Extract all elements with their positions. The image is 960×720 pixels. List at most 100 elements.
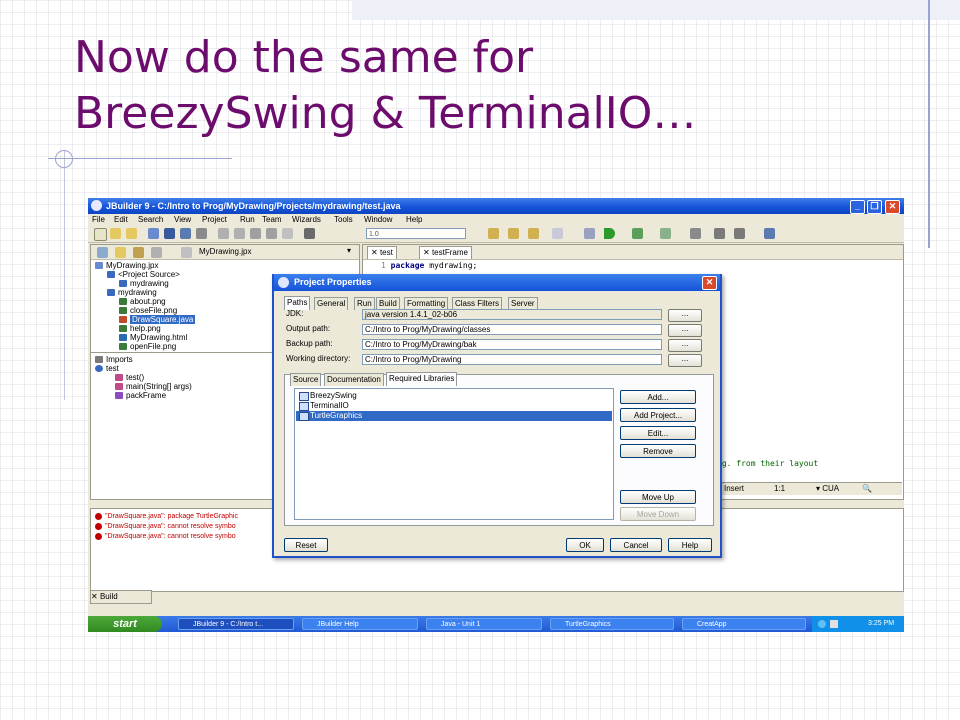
tree-item[interactable]: MyDrawing.html xyxy=(119,333,187,342)
menu-tools[interactable]: Tools xyxy=(334,214,353,226)
project-selector[interactable]: MyDrawing.jpx xyxy=(199,247,251,256)
save-all-icon[interactable] xyxy=(164,228,175,239)
tab-documentation[interactable]: Documentation xyxy=(324,373,384,386)
error-message[interactable]: "DrawSquare.java": cannot resolve symbo xyxy=(95,522,236,531)
bookmark-icon[interactable] xyxy=(690,228,701,239)
structure-item[interactable]: test() xyxy=(115,373,144,382)
working-directory-browse-button[interactable]: ... xyxy=(668,354,702,367)
error-message[interactable]: "DrawSquare.java": package TurtleGraphic xyxy=(95,512,238,521)
taskbar-item-jbuilder[interactable]: JBuilder 9 - C:/Intro t... xyxy=(178,618,294,630)
close-icon[interactable]: ✕ xyxy=(91,592,100,601)
tree-item[interactable]: about.png xyxy=(119,297,166,306)
error-message[interactable]: "DrawSquare.java": cannot resolve symbo xyxy=(95,532,236,541)
undo-icon[interactable] xyxy=(218,228,229,239)
backup-path-field[interactable]: C:/Intro to Prog/MyDrawing/bak xyxy=(362,339,662,350)
add-project-button[interactable]: Add Project... xyxy=(620,408,696,422)
menu-window[interactable]: Window xyxy=(364,214,392,226)
tree-item[interactable]: openFile.png xyxy=(119,342,176,351)
find-icon[interactable] xyxy=(304,228,315,239)
structure-item[interactable]: Imports xyxy=(95,355,133,364)
make-icon[interactable] xyxy=(552,228,563,239)
taskbar-item-turtlegraphics[interactable]: TurtleGraphics xyxy=(550,618,674,630)
search-icon[interactable]: 🔍 xyxy=(862,483,872,495)
tree-item-selected[interactable]: DrawSquare.java xyxy=(119,315,196,324)
ok-button[interactable]: OK xyxy=(566,538,604,552)
menu-wizards[interactable]: Wizards xyxy=(292,214,321,226)
tab-test[interactable]: ✕ test xyxy=(367,246,397,259)
close-icon[interactable]: ✕ xyxy=(423,248,432,257)
library-item-terminalio[interactable]: TerminalIO xyxy=(296,401,612,411)
menu-project[interactable]: Project xyxy=(202,214,227,226)
find-next-icon[interactable] xyxy=(508,228,519,239)
edit-library-button[interactable]: Edit... xyxy=(620,426,696,440)
menu-search[interactable]: Search xyxy=(138,214,163,226)
rebuild-icon[interactable] xyxy=(584,228,595,239)
refresh-icon[interactable] xyxy=(151,247,162,258)
open-project-icon[interactable] xyxy=(115,247,126,258)
binoculars-icon[interactable] xyxy=(488,228,499,239)
reset-button[interactable]: Reset xyxy=(284,538,328,552)
redo-icon[interactable] xyxy=(234,228,245,239)
optimize-icon[interactable] xyxy=(660,228,671,239)
forward-icon[interactable] xyxy=(734,228,745,239)
save-icon[interactable] xyxy=(148,228,159,239)
new-file-icon[interactable] xyxy=(94,228,107,241)
menu-view[interactable]: View xyxy=(174,214,191,226)
taskbar-item-jbuilder-help[interactable]: JBuilder Help xyxy=(302,618,418,630)
cut-icon[interactable] xyxy=(282,228,293,239)
tree-item[interactable]: mydrawing xyxy=(107,288,157,297)
structure-item[interactable]: packFrame xyxy=(115,391,166,400)
cancel-button[interactable]: Cancel xyxy=(610,538,662,552)
toolbar-search-input[interactable]: 1.0 xyxy=(366,228,466,239)
paste-icon[interactable] xyxy=(266,228,277,239)
backup-path-browse-button[interactable]: ... xyxy=(668,339,702,352)
add-files-icon[interactable] xyxy=(97,247,108,258)
back-icon[interactable] xyxy=(714,228,725,239)
debug-icon[interactable] xyxy=(632,228,643,239)
remove-library-button[interactable]: Remove xyxy=(620,444,696,458)
help-book-icon[interactable] xyxy=(764,228,775,239)
open-folder-icon[interactable] xyxy=(110,228,121,239)
library-item-breezyswing[interactable]: BreezySwing xyxy=(296,391,612,401)
close-icon[interactable]: ✕ xyxy=(702,276,717,290)
move-down-button[interactable]: Move Down xyxy=(620,507,696,521)
minimize-icon[interactable]: _ xyxy=(850,200,865,214)
tab-build[interactable]: ✕ Build xyxy=(90,590,152,604)
open-project-icon[interactable] xyxy=(126,228,137,239)
restore-icon[interactable]: ❐ xyxy=(867,200,882,214)
tab-required-libraries[interactable]: Required Libraries xyxy=(386,372,458,386)
menu-file[interactable]: File xyxy=(92,214,105,226)
print-icon[interactable] xyxy=(196,228,207,239)
remove-icon[interactable] xyxy=(133,247,144,258)
working-directory-field[interactable]: C:/Intro to Prog/MyDrawing xyxy=(362,354,662,365)
tree-item[interactable]: mydrawing xyxy=(119,279,169,288)
taskbar-item-java-unit[interactable]: Java - Unit 1 xyxy=(426,618,542,630)
copy-icon[interactable] xyxy=(250,228,261,239)
output-path-field[interactable]: C:/Intro to Prog/MyDrawing/classes xyxy=(362,324,662,335)
run-icon[interactable] xyxy=(604,228,615,239)
tree-item[interactable]: help.png xyxy=(119,324,161,333)
structure-item[interactable]: main(String[] args) xyxy=(115,382,192,391)
start-button[interactable]: start xyxy=(88,616,162,632)
menu-team[interactable]: Team xyxy=(262,214,282,226)
tab-general[interactable]: General xyxy=(314,297,349,310)
library-item-turtlegraphics[interactable]: TurtleGraphics xyxy=(296,411,612,421)
menu-help[interactable]: Help xyxy=(406,214,422,226)
move-up-button[interactable]: Move Up xyxy=(620,490,696,504)
close-icon[interactable]: ✕ xyxy=(885,200,900,214)
tab-source[interactable]: Source xyxy=(290,373,322,386)
help-button[interactable]: Help xyxy=(668,538,712,552)
output-path-browse-button[interactable]: ... xyxy=(668,324,702,337)
keymap-selector[interactable]: ▾ CUA xyxy=(816,483,839,495)
jdk-field[interactable]: java version 1.4.1_02-b06 xyxy=(362,309,662,320)
tree-item[interactable]: MyDrawing.jpx xyxy=(95,261,158,270)
close-file-icon[interactable] xyxy=(180,228,191,239)
structure-item[interactable]: test xyxy=(95,364,119,373)
chevron-down-icon[interactable]: ▾ xyxy=(347,246,351,255)
volume-icon[interactable] xyxy=(830,620,838,628)
add-library-button[interactable]: Add... xyxy=(620,390,696,404)
find-previous-icon[interactable] xyxy=(528,228,539,239)
menu-edit[interactable]: Edit xyxy=(114,214,128,226)
tree-item[interactable]: closeFile.png xyxy=(119,306,177,315)
close-icon[interactable]: ✕ xyxy=(371,248,380,257)
